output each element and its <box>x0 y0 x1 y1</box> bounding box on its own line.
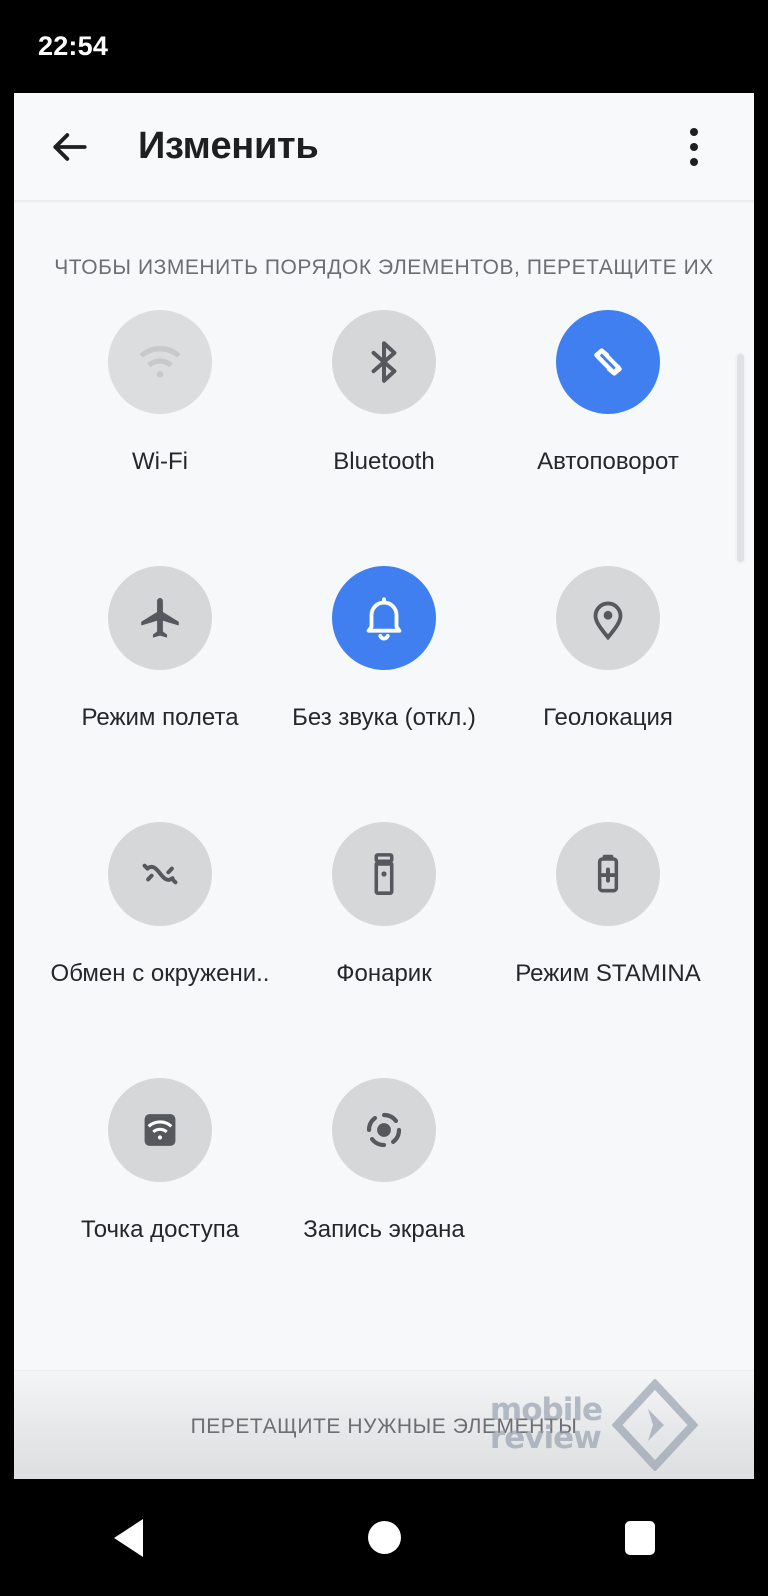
screen-record-icon <box>366 1112 402 1148</box>
reorder-hint: ЧТОБЫ ИЗМЕНИТЬ ПОРЯДОК ЭЛЕМЕНТОВ, ПЕРЕТА… <box>54 256 714 279</box>
more-vert-icon-dot <box>690 127 698 136</box>
back-button[interactable] <box>42 119 98 175</box>
tile-label: Геолокация <box>543 704 673 731</box>
tile-label: Bluetooth <box>333 448 435 475</box>
tile-icon-bg <box>332 310 436 414</box>
navigation-bar <box>0 1479 768 1596</box>
tile-icon-bg <box>108 566 212 670</box>
tile-empty-slot <box>496 1062 720 1318</box>
tile-bluetooth[interactable]: Bluetooth <box>272 294 496 550</box>
tile-silent-mode[interactable]: Без звука (откл.) <box>272 550 496 806</box>
tile-icon-bg <box>556 822 660 926</box>
tile-icon-bg <box>556 566 660 670</box>
tile-flashlight[interactable]: Фонарик <box>272 806 496 1062</box>
app-bar: Изменить <box>14 93 754 200</box>
tile-stamina-mode[interactable]: Режим STAMINA <box>496 806 720 1062</box>
drop-zone-hint: ПЕРЕТАЩИТЕ НУЖНЫЕ ЭЛЕМЕНТЫ <box>190 1415 578 1438</box>
status-bar: 22:54 <box>0 0 768 93</box>
tile-icon-bg <box>108 1078 212 1182</box>
tile-label: Wi-Fi <box>132 448 188 475</box>
flashlight-icon <box>374 853 394 895</box>
more-vert-icon-dot <box>690 157 698 166</box>
tile-hotspot[interactable]: Точка доступа <box>48 1062 272 1318</box>
nav-back-icon <box>113 1518 143 1557</box>
phone-screen: 22:54 Изменить ЧТОБЫ ИЗМЕНИТЬ ПОРЯДОК ЭЛ… <box>0 0 768 1596</box>
nav-home-icon <box>367 1521 401 1554</box>
bell-icon <box>366 597 402 641</box>
page-title: Изменить <box>138 125 319 167</box>
vertical-scrollbar-thumb[interactable] <box>735 352 746 564</box>
tile-auto-rotate[interactable]: Автоповорот <box>496 294 720 550</box>
nav-back-button[interactable] <box>68 1479 188 1596</box>
airplane-icon <box>141 598 179 638</box>
tile-icon-bg <box>556 310 660 414</box>
tile-label: Режим полета <box>81 704 239 731</box>
tile-icon-bg <box>332 566 436 670</box>
tile-screen-record[interactable]: Запись экрана <box>272 1062 496 1318</box>
tile-label: Точка доступа <box>80 1216 240 1243</box>
tile-location[interactable]: Геолокация <box>496 550 720 806</box>
auto-rotate-icon <box>594 348 622 376</box>
wifi-icon <box>139 345 181 378</box>
battery-plus-icon <box>597 854 619 893</box>
tile-label: Автоповорот <box>537 448 679 475</box>
tile-airplane-mode[interactable]: Режим полета <box>48 550 272 806</box>
tile-label: Запись экрана <box>303 1216 465 1243</box>
status-bar-clock: 22:54 <box>38 31 109 61</box>
tile-nearby-share[interactable]: Обмен с окружени.. <box>48 806 272 1062</box>
quick-settings-grid: Wi-Fi Bluetooth Автоповорот Режим полета… <box>14 294 754 1318</box>
tiles-scroll-area[interactable]: ЧТОБЫ ИЗМЕНИТЬ ПОРЯДОК ЭЛЕМЕНТОВ, ПЕРЕТА… <box>14 204 754 1370</box>
drop-zone[interactable]: ПЕРЕТАЩИТЕ НУЖНЫЕ ЭЛЕМЕНТЫ mobile review <box>14 1370 754 1479</box>
nearby-share-icon <box>142 863 178 885</box>
tile-wifi[interactable]: Wi-Fi <box>48 294 272 550</box>
tile-label: Режим STAMINA <box>515 960 701 987</box>
arrow-back-icon <box>53 132 87 161</box>
more-vert-icon-dot <box>690 142 698 151</box>
location-pin-icon <box>593 601 623 641</box>
nav-recents-icon <box>625 1520 655 1555</box>
tile-icon-bg <box>332 822 436 926</box>
bluetooth-icon <box>371 341 397 383</box>
tile-label: Обмен с окружени.. <box>50 960 270 987</box>
tile-icon-bg <box>332 1078 436 1182</box>
tile-icon-bg <box>108 310 212 414</box>
app-screen: Изменить ЧТОБЫ ИЗМЕНИТЬ ПОРЯДОК ЭЛЕМЕНТО… <box>14 93 754 1479</box>
nav-recents-button[interactable] <box>580 1479 700 1596</box>
hotspot-icon <box>144 1114 176 1146</box>
tile-label: Без звука (откл.) <box>292 704 476 731</box>
tile-label: Фонарик <box>336 960 432 987</box>
overflow-menu-button[interactable] <box>666 119 722 175</box>
nav-home-button[interactable] <box>324 1479 444 1596</box>
watermark-diamond-logo <box>612 1379 698 1471</box>
tile-icon-bg <box>108 822 212 926</box>
